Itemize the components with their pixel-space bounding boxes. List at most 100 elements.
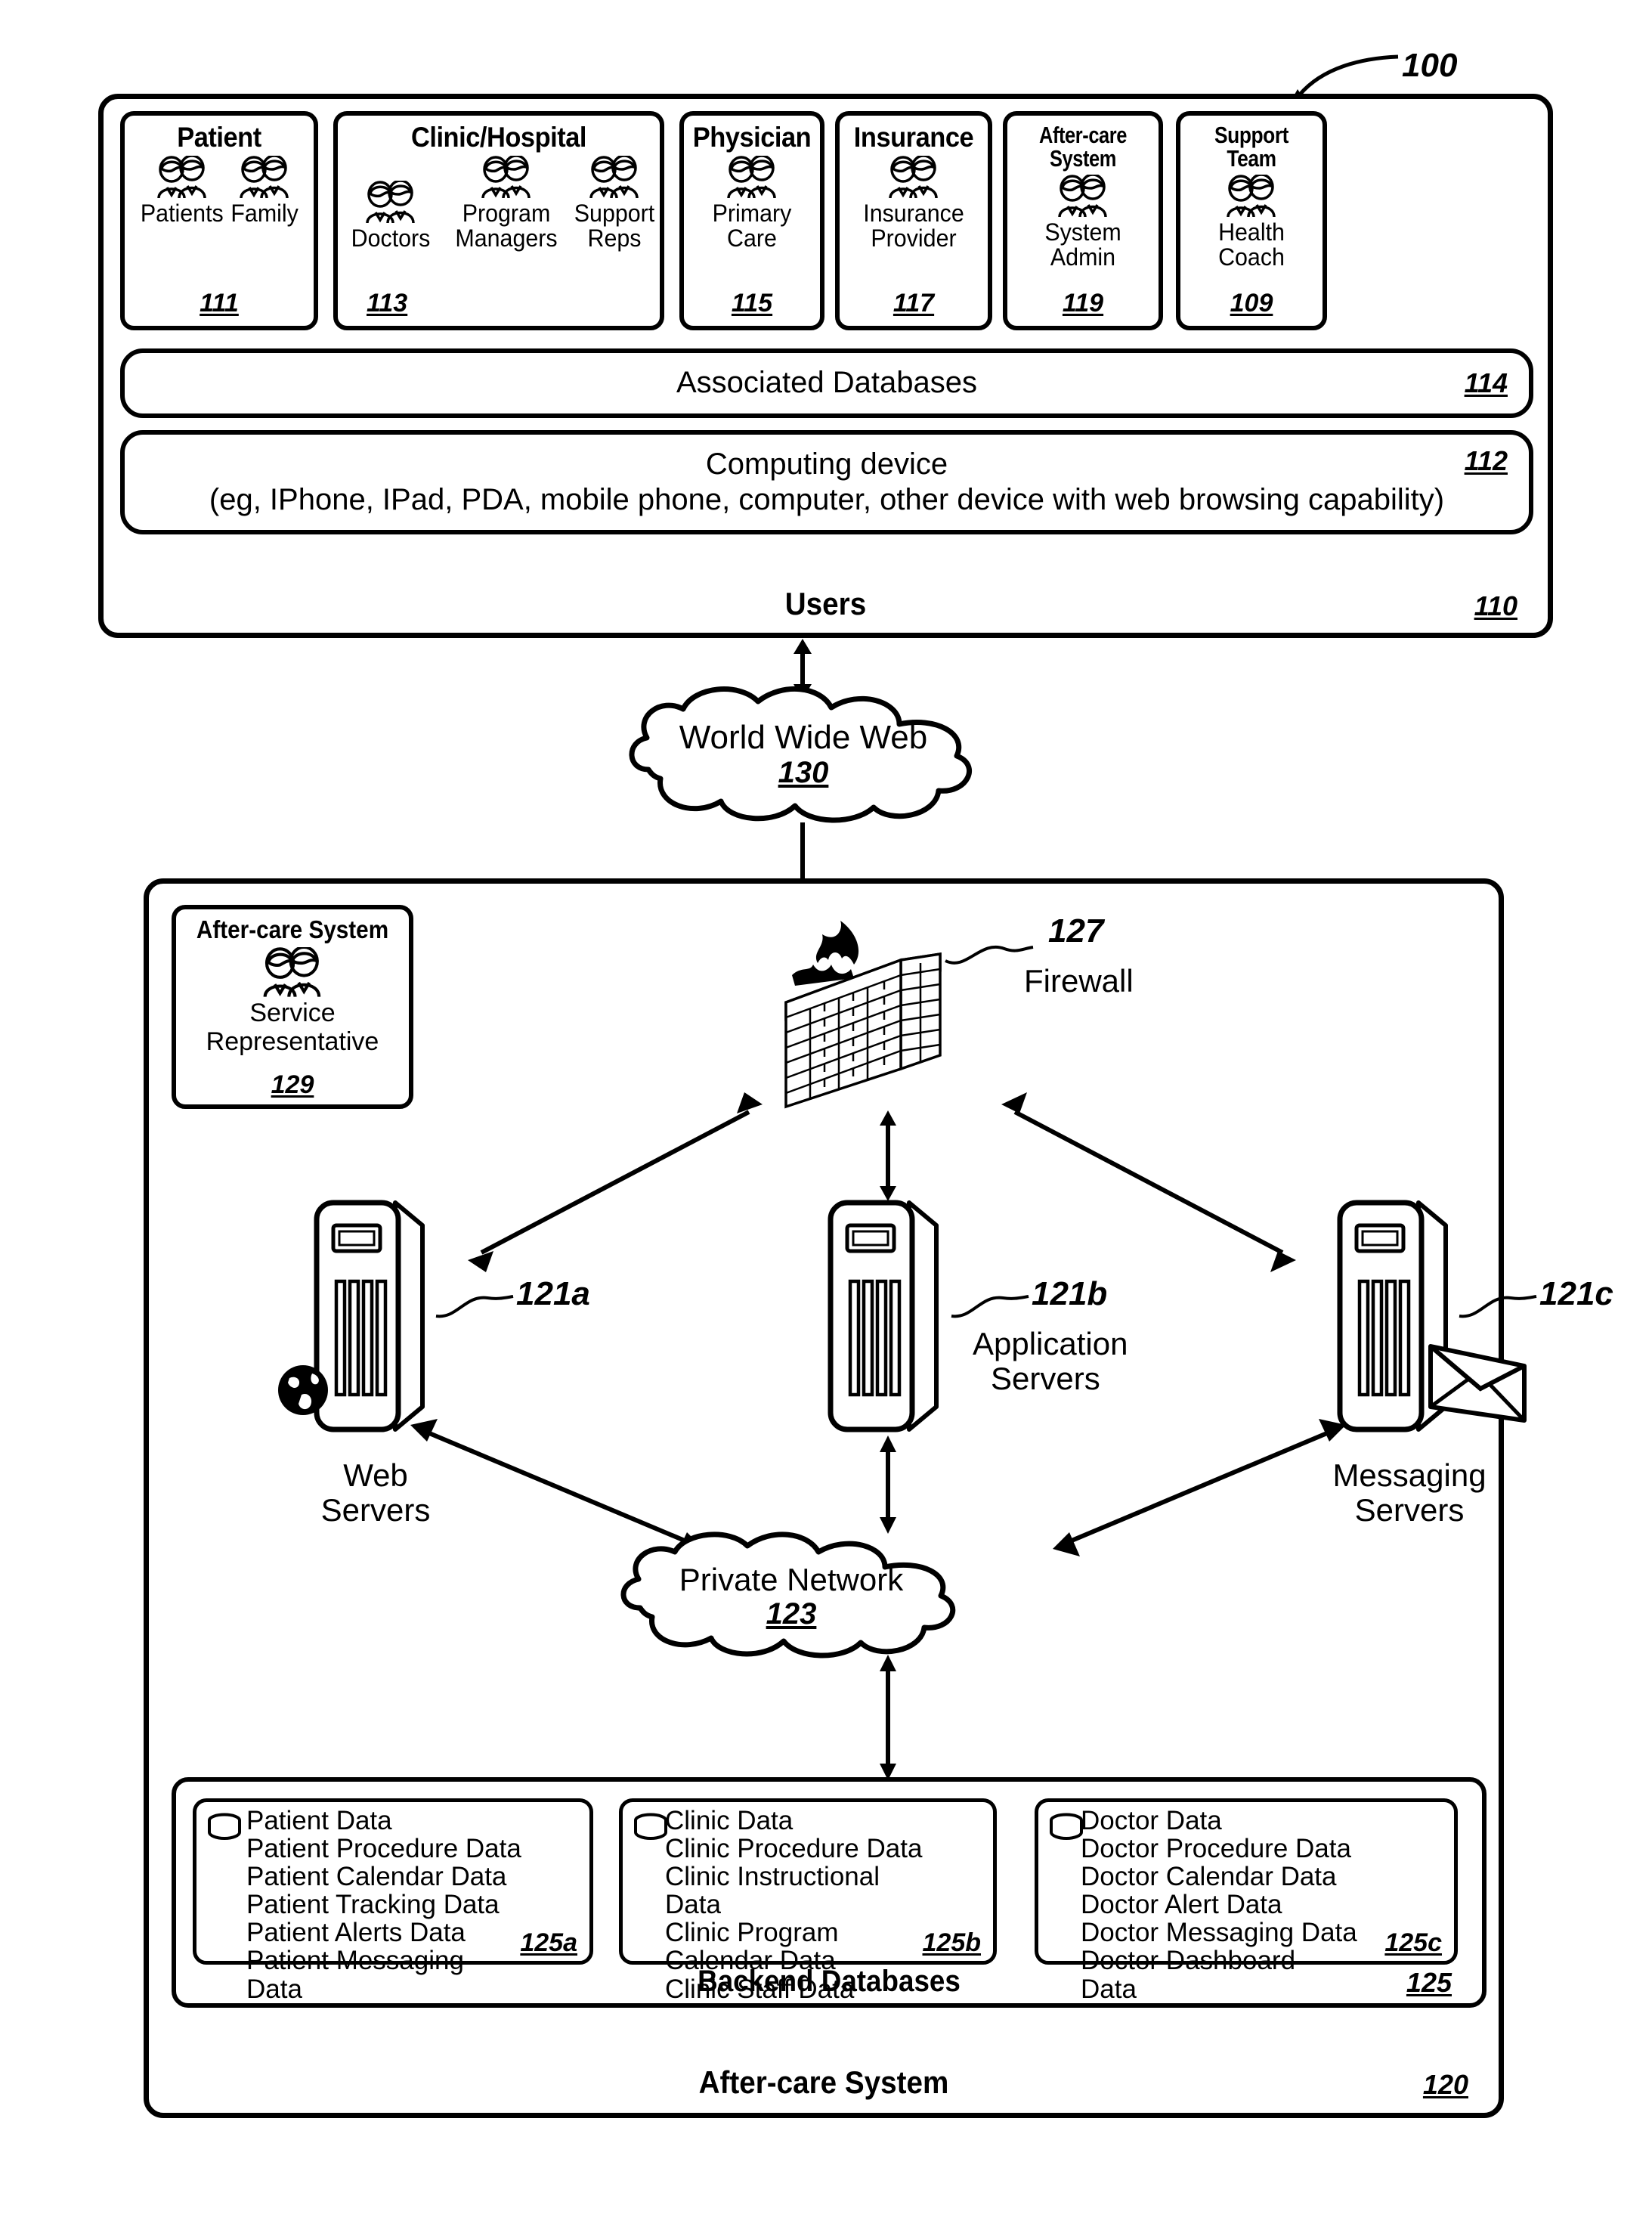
list-item: Doctor Messaging Data (1081, 1918, 1357, 1948)
user-card-title: Support Team (1214, 122, 1289, 172)
user-card-title: Insurance (853, 122, 974, 153)
people-icon (258, 947, 327, 999)
person-group-doctors: Doctors (338, 180, 444, 252)
list-item: Doctor Data (1081, 1806, 1222, 1835)
arrow-firewall-to-web-server (451, 1088, 776, 1277)
service-rep-line2: Representative (206, 1027, 379, 1056)
computing-device-row[interactable]: Computing device (eg, IPhone, IPad, PDA,… (120, 430, 1533, 534)
user-card-patient[interactable]: Patient Patients Family 111 (120, 111, 318, 330)
people-row: Doctors Program Managers Support Reps (338, 156, 660, 250)
www-labels: World Wide Web 130 (618, 719, 988, 790)
people-icon (236, 156, 293, 200)
associated-databases-label: Associated Databases (676, 366, 977, 400)
arrow-firewall-to-app-server (874, 1110, 902, 1201)
associated-databases-row[interactable]: Associated Databases 114 (120, 348, 1533, 418)
people-icon (1223, 175, 1280, 218)
user-card-title: Physician (692, 122, 812, 153)
user-card-physician[interactable]: Physician Primary Care 115 (679, 111, 824, 330)
computing-device-line1: Computing device (705, 447, 948, 481)
card-ref: 113 (367, 289, 408, 317)
list-item: Patient Procedure Data (246, 1834, 521, 1864)
people-row: Health Coach (1180, 175, 1323, 269)
list-item: Patient Tracking Data (246, 1890, 500, 1920)
private-network-ref: 123 (766, 1597, 817, 1631)
list-item: Doctor Procedure Data (1081, 1834, 1351, 1864)
users-container: Patient Patients Family 111 Clinic/Hospi… (98, 94, 1553, 638)
list-item: Patient Data (246, 1806, 392, 1835)
firewall-label: Firewall (1024, 963, 1134, 999)
people-icon (885, 156, 942, 200)
service-rep-line1: Service (249, 999, 336, 1027)
messaging-server-leader-line (1458, 1287, 1541, 1322)
web-server-leader-line (435, 1287, 518, 1322)
private-network-cloud[interactable]: Private Network 123 (610, 1526, 973, 1662)
world-wide-web-cloud[interactable]: World Wide Web 130 (618, 680, 988, 828)
backend-db-ref: 125c (1384, 1928, 1442, 1957)
person-label: System Admin (1044, 218, 1121, 271)
users-ref: 110 (1474, 590, 1517, 621)
arrow-app-server-to-private-network (874, 1436, 902, 1534)
backend-db-card-doctor[interactable]: Doctor Data Doctor Procedure Data Doctor… (1035, 1798, 1458, 2003)
person-group-health-coach: Health Coach (1183, 175, 1319, 269)
list-item: Clinic Instructional (665, 1862, 880, 1892)
person-label: Program Managers (455, 200, 558, 252)
user-card-title: After-care System (1038, 122, 1127, 172)
envelope-icon (1428, 1342, 1533, 1425)
application-server-line2: Servers (991, 1361, 1100, 1397)
user-card-support-team[interactable]: Support Team Health Coach 109 (1176, 111, 1327, 330)
user-card-clinic-hospital[interactable]: Clinic/Hospital Doctors Program Managers… (333, 111, 664, 330)
card-ref: 119 (1062, 289, 1104, 317)
users-title: Users (784, 586, 867, 621)
service-representative-card[interactable]: After-care System Service Representative… (172, 905, 413, 1109)
private-network-labels: Private Network 123 (610, 1562, 973, 1631)
firewall-ref: 127 (1048, 912, 1104, 949)
arrow-firewall-to-messaging-server (988, 1088, 1313, 1277)
card-ref: 109 (1230, 289, 1273, 317)
person-group-program-managers: Program Managers (447, 156, 566, 250)
people-row: Primary Care (684, 156, 820, 250)
people-icon (153, 156, 211, 200)
backend-databases-container: Patient Data Patient Procedure Data Pati… (172, 1777, 1486, 2008)
person-group-insurance-provider: Insurance Provider (842, 156, 985, 250)
user-card-title: Patient (177, 122, 261, 153)
list-item: Patient Calendar Data (246, 1862, 507, 1892)
application-server-icon[interactable] (820, 1198, 956, 1440)
backend-db-card-patient[interactable]: Patient Data Patient Procedure Data Pati… (193, 1798, 593, 2003)
aftercare-system-title: After-care System (698, 2064, 949, 2100)
people-row: Patients Family (125, 156, 314, 226)
user-card-aftercare-system[interactable]: After-care System System Admin 119 (1003, 111, 1163, 330)
list-item: Data (665, 1890, 721, 1920)
list-item: Doctor Alert Data (1081, 1890, 1282, 1920)
card-ref: 115 (731, 289, 773, 317)
list-item: Clinic Program (665, 1918, 839, 1948)
people-icon (478, 156, 535, 200)
list-item: Patient Alerts Data (246, 1918, 466, 1948)
person-group-patients: Patients (138, 156, 226, 226)
backend-databases-title: Backend Databases (698, 1965, 961, 1998)
aftercare-system-container: After-care System Service Representative… (144, 878, 1613, 2118)
www-label: World Wide Web (679, 719, 928, 756)
person-group-system-admin: System Admin (1011, 175, 1155, 269)
application-server-ref: 121b (1032, 1275, 1108, 1312)
person-label: Doctors (351, 224, 431, 252)
arrow-private-network-to-backend (874, 1655, 902, 1780)
person-label: Support Reps (574, 200, 655, 252)
people-row: Insurance Provider (840, 156, 988, 250)
list-item: Clinic Procedure Data (665, 1834, 923, 1864)
people-icon (362, 180, 419, 225)
globe-icon (276, 1363, 330, 1417)
people-icon (586, 156, 643, 200)
application-server-line1: Application (973, 1326, 1128, 1361)
backend-db-card-clinic[interactable]: Clinic Data Clinic Procedure Data Clinic… (619, 1798, 997, 2003)
aftercare-system-ref: 120 (1422, 2069, 1468, 2100)
card-ref: 117 (893, 289, 935, 317)
web-server-ref: 121a (516, 1275, 590, 1312)
person-group-family: Family (229, 156, 300, 226)
computing-device-text: Computing device (eg, IPhone, IPad, PDA,… (209, 447, 1444, 518)
www-ref: 130 (778, 756, 829, 790)
people-icon (1054, 175, 1112, 218)
user-card-insurance[interactable]: Insurance Insurance Provider 117 (835, 111, 992, 330)
user-card-title: Clinic/Hospital (410, 122, 587, 153)
person-group-primary-care: Primary Care (688, 156, 816, 250)
firewall-icon (765, 918, 969, 1110)
